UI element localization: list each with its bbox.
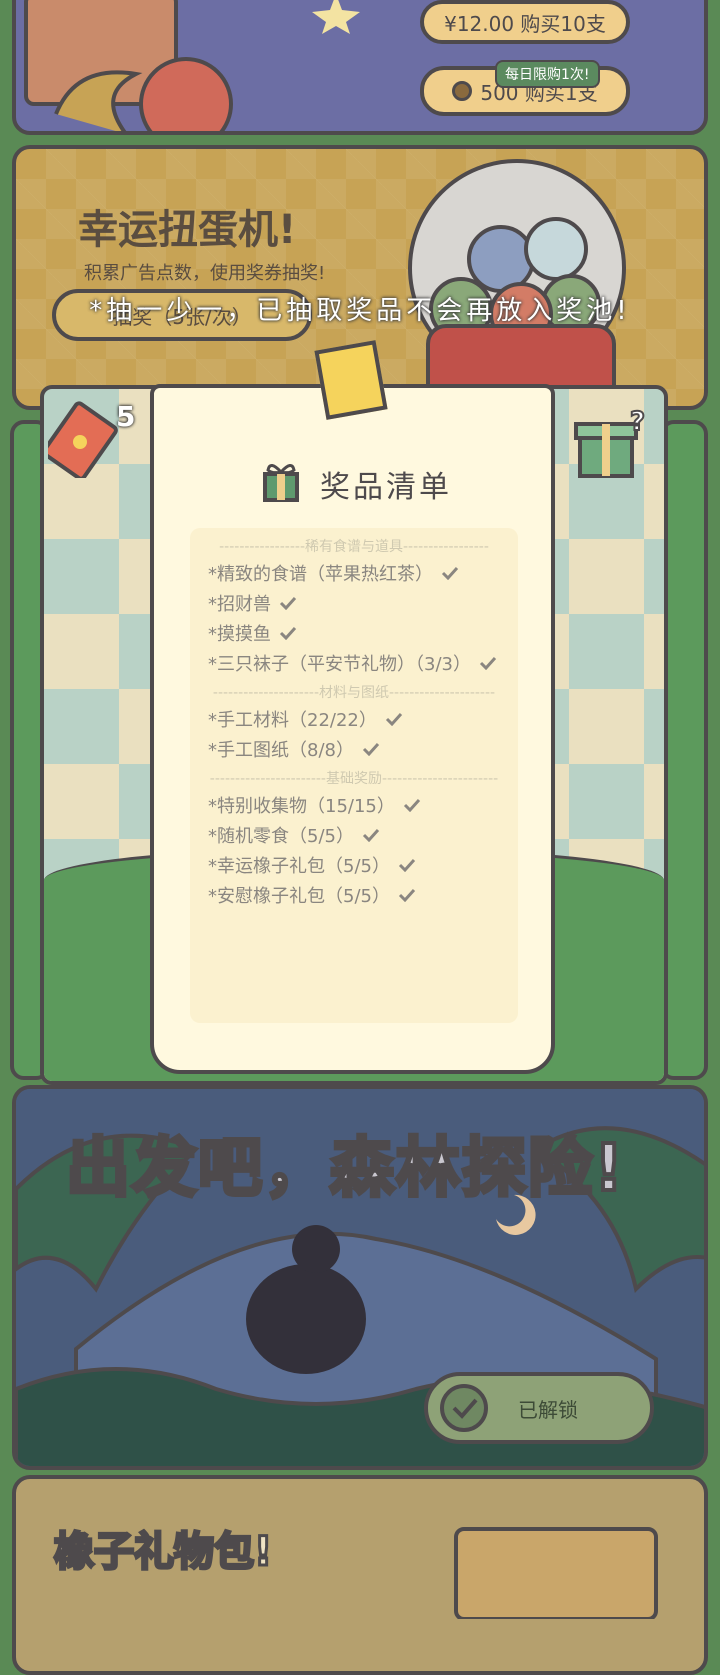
check-icon <box>385 712 402 726</box>
check-icon <box>398 888 416 902</box>
check-circle-icon <box>440 1384 488 1432</box>
gift-icon <box>263 464 299 502</box>
ticket-icon <box>48 401 118 478</box>
acorn-icon <box>452 81 473 101</box>
check-icon <box>362 742 380 756</box>
shop-illustration <box>24 0 233 131</box>
check-icon <box>441 566 459 580</box>
check-icon <box>403 798 420 812</box>
unlocked-button[interactable]: 已解锁 <box>424 1372 654 1444</box>
section-header-rare: -----------------稀有食谱与道具----------------… <box>219 539 489 555</box>
prize-item: *随机零食（5/5） <box>208 822 380 848</box>
unlocked-label: 已解锁 <box>518 1397 578 1422</box>
draw-notice: *抽一少一，已抽取奖品不会再放入奖池! <box>89 296 631 326</box>
acorn-gift-title: 橡子礼物包! <box>52 1528 273 1577</box>
prize-list-title: 奖品清单 <box>320 470 452 505</box>
svg-text:?: ? <box>630 407 645 437</box>
gacha-description: 积累广告点数，使用奖券抽奖! <box>84 263 326 284</box>
forest-title: 出发吧，森林探险! <box>64 1130 626 1208</box>
prize-item: *幸运橡子礼包（5/5） <box>208 852 416 878</box>
gacha-title: 幸运扭蛋机! <box>78 207 297 253</box>
mystery-gift-icon[interactable]: ? <box>574 404 654 484</box>
check-icon <box>279 596 297 610</box>
prize-item: *手工材料（22/22） <box>208 706 403 732</box>
prize-item: *摸摸鱼 <box>208 620 297 646</box>
daily-limit-badge: 每日限购1次! <box>495 60 600 88</box>
acorn-gift-card: 橡子礼物包! <box>12 1475 708 1675</box>
section-header-basic: -----------------------基础奖励-------------… <box>209 771 499 787</box>
prize-item: *招财兽 <box>208 590 297 616</box>
ticket-count: 5 <box>116 400 136 433</box>
prize-item: *手工图纸（8/8） <box>208 736 380 762</box>
prize-list: -----------------稀有食谱与道具----------------… <box>190 528 518 1023</box>
paper-tape <box>314 340 388 420</box>
buy-10-label: ¥12.00 购买10支 <box>444 11 606 36</box>
check-icon <box>362 828 380 842</box>
prize-item: *三只袜子（平安节礼物）（3/3） <box>208 650 497 676</box>
buy-10-button[interactable]: ¥12.00 购买10支 <box>420 0 630 44</box>
check-icon <box>398 858 416 872</box>
prize-item: *安慰橡子礼包（5/5） <box>208 882 416 908</box>
check-icon <box>279 626 297 640</box>
section-header-materials: ---------------------材料与图纸--------------… <box>212 685 496 701</box>
prize-item: *特别收集物（15/15） <box>208 792 421 818</box>
prize-item: *精致的食谱（苹果热红茶） <box>208 560 459 586</box>
firework-spark-icon <box>312 0 360 34</box>
check-icon <box>479 656 497 670</box>
gift-box-illustration <box>454 1527 658 1619</box>
forest-adventure-card: 出发吧，森林探险! 已解锁 <box>12 1085 708 1470</box>
